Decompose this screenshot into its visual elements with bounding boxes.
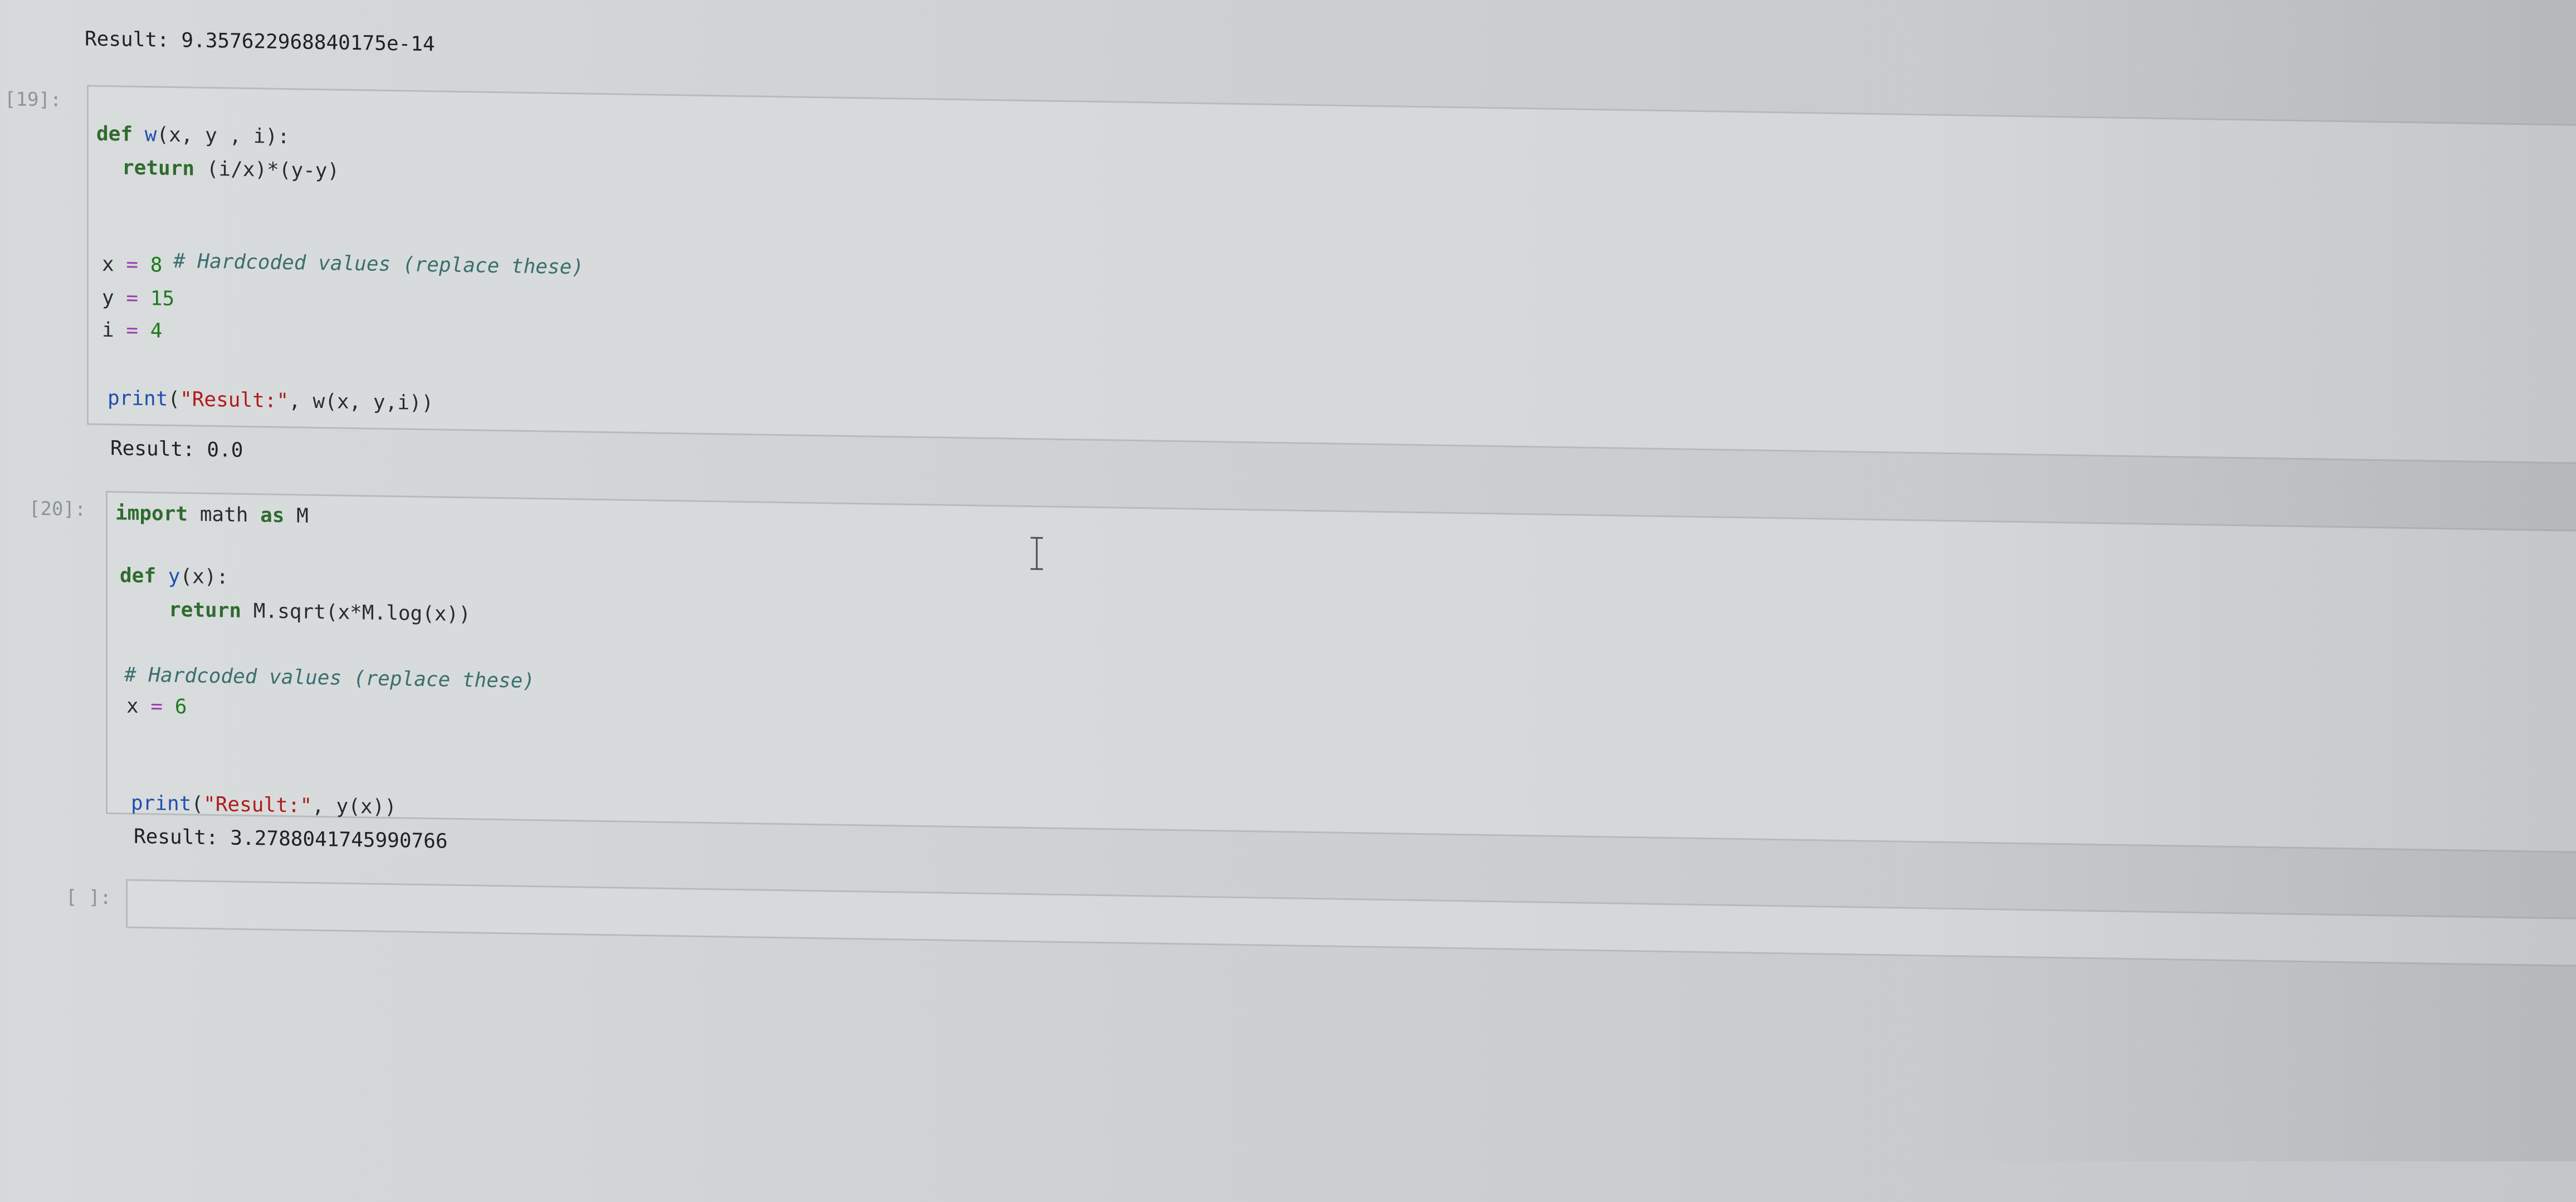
code-args: (x, y , i): [157, 123, 290, 149]
code-module: math [199, 503, 248, 527]
code-var: x [102, 252, 114, 276]
code-line: import math as M [115, 499, 309, 530]
code-fn: print [108, 387, 168, 411]
text-cursor-icon [1031, 537, 1043, 570]
code-paren: ( [191, 792, 204, 816]
cell-19-prompt: [19]: [4, 88, 62, 111]
keyword-def: def [120, 564, 157, 588]
code-num: 4 [150, 319, 163, 343]
code-expr: (i/x)*(y-y) [206, 157, 340, 183]
code-line: def w(x, y , i): [96, 120, 290, 151]
notebook: Result: 9.357622968840175e-14 [19]: def … [0, 0, 2576, 1202]
code-comment: # Hardcoded values (replace these) [124, 663, 535, 693]
keyword-import: import [115, 502, 188, 526]
code-string: "Result:" [180, 388, 289, 413]
cell-20-code-input[interactable]: import math as M def y(x): return M.sqrt… [106, 490, 2576, 853]
code-line: i = 4 [102, 317, 162, 345]
function-name: w [144, 123, 157, 147]
code-line: return M.sqrt(x*M.log(x)) [169, 596, 471, 629]
code-comment: # Hardcoded values (replace these) [173, 249, 584, 279]
code-line: x = 6 [126, 693, 187, 722]
code-string: "Result:" [203, 792, 313, 817]
code-var: x [126, 694, 139, 718]
code-rest: , y(x)) [312, 794, 397, 819]
code-expr: M.sqrt(x*M.log(x)) [253, 600, 471, 626]
code-alias: M [296, 504, 309, 528]
keyword-def: def [96, 122, 133, 146]
code-op: = [126, 319, 139, 342]
empty-cell-prompt: [ ]: [66, 885, 111, 909]
code-var: i [102, 318, 114, 342]
code-num: 6 [174, 695, 187, 719]
code-line: print("Result:", y(x)) [131, 790, 397, 821]
code-var: y [102, 286, 114, 310]
code-line: x = 8 [102, 251, 162, 280]
cell-19-code-input[interactable]: def w(x, y , i): return (i/x)*(y-y) # Ha… [87, 85, 2576, 464]
previous-cell-output: Result: 9.357622968840175e-14 [85, 27, 435, 56]
code-op: = [150, 695, 163, 718]
code-fn: print [131, 791, 192, 816]
code-line: return (i/x)*(y-y) [122, 154, 339, 185]
cell-20-output: Result: 3.2788041745990766 [134, 825, 448, 853]
cell-19-output: Result: 0.0 [110, 437, 243, 462]
code-op: = [126, 253, 139, 276]
code-line: # Hardcoded values (replace these) [101, 218, 584, 282]
code-line: y = 15 [102, 284, 174, 313]
cell-20-prompt: [20]: [29, 497, 86, 521]
keyword-as: as [260, 504, 285, 528]
function-name: y [168, 564, 180, 588]
keyword-return: return [169, 598, 242, 622]
empty-cell-input[interactable] [126, 879, 2576, 967]
code-args: (x): [180, 565, 229, 589]
code-line: def y(x): [120, 562, 228, 591]
keyword-return: return [122, 156, 195, 181]
code-line: # Hardcoded values (replace these) [124, 661, 535, 696]
code-op: = [126, 286, 139, 310]
code-num: 8 [150, 254, 163, 277]
code-rest: , w(x, y,i)) [289, 390, 434, 415]
code-line: print("Result:", w(x, y,i)) [108, 385, 433, 417]
code-num: 15 [150, 287, 175, 310]
code-paren: ( [168, 387, 180, 411]
